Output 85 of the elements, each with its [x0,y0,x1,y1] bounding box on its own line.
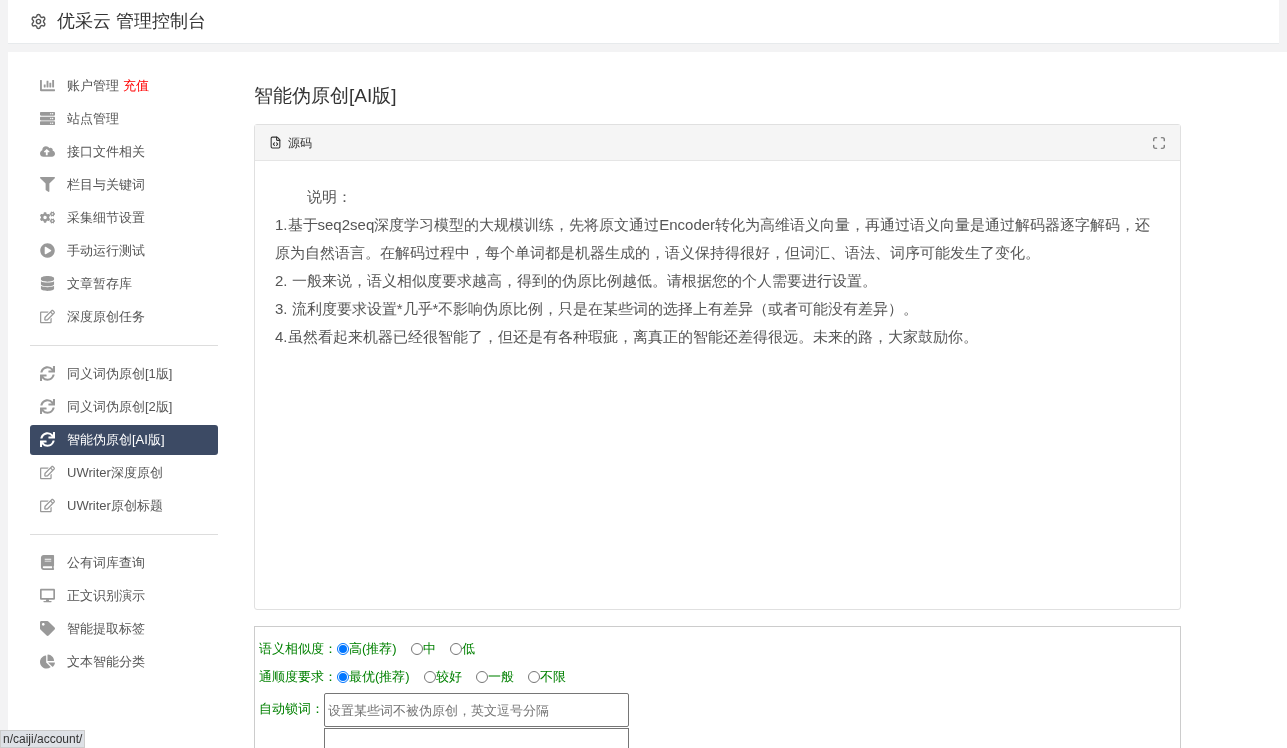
sidebar-item[interactable]: 深度原创任务 [30,301,218,332]
sidebar-label: 栏目与关键词 [67,175,145,194]
lock-words-field[interactable]: 设置某些词不被伪原创，英文逗号分隔 [324,693,629,727]
sidebar-item[interactable]: 文章暂存库 [30,268,218,299]
code-file-icon [269,136,282,149]
radio-option[interactable]: 高(推荐) [337,639,397,659]
fullscreen-icon[interactable] [1152,135,1166,150]
radio-option[interactable]: 不限 [527,667,566,687]
description-text: 说明： [306,187,353,207]
sidebar-item[interactable]: 智能伪原创[AI版] [30,424,218,455]
source-tab[interactable]: 源码 [269,133,312,152]
recharge-link[interactable]: 充值 [123,75,149,96]
sidebar-item[interactable]: 采集细节设置 [30,202,218,233]
sidebar-item[interactable]: 手动运行测试 [30,235,218,266]
sidebar-label: 文章暂存库 [67,274,132,293]
sidebar-item[interactable]: 栏目与关键词 [30,169,218,200]
radio-option[interactable]: 中 [410,639,436,659]
refresh-icon [40,432,55,447]
edit-icon [40,498,55,513]
monitor-icon [40,588,55,603]
filter-icon [40,177,55,192]
settings-icon[interactable] [30,12,47,30]
radio-button[interactable] [337,643,349,655]
sidebar-item[interactable]: 同义词伪原创[1版] [30,358,218,389]
radio-option[interactable]: 一般 [475,667,514,687]
sidebar-label: 智能伪原创[AI版] [67,430,165,449]
refresh-icon [40,366,55,381]
sidebar-item[interactable]: 接口文件相关 [30,136,218,167]
play-icon [40,243,55,258]
sidebar-item[interactable]: 文本智能分类 [30,646,218,677]
radio-label: 不限 [539,668,566,687]
radio-option[interactable]: 低 [449,639,475,659]
sidebar-label: UWriter原创标题 [67,496,163,515]
sidebar-label: 公有词库查询 [67,553,145,572]
refresh-icon [40,399,55,414]
radio-label: 较好 [435,668,462,687]
sidebar-label: 正文识别演示 [67,586,145,605]
sidebar-item[interactable]: 同义词伪原创[2版] [30,391,218,422]
radio-option[interactable]: 最优(推荐) [337,667,410,687]
field-label: 自动锁词： [259,700,324,718]
radio-group-label: 通顺度要求： [259,668,337,687]
sidebar-label: UWriter深度原创 [67,463,163,482]
sidebar-item[interactable]: 智能提取标签 [30,613,218,644]
sidebar-item[interactable]: 公有词库查询 [30,547,218,578]
pie-chart-icon [40,654,55,669]
cloud-upload-icon [40,144,55,159]
radio-label: 一般 [487,668,514,687]
radio-button[interactable] [337,671,349,683]
description-text: 2. 一般来说，语义相似度要求越高，得到的伪原比例越低。请根据您的个人需要进行设置。 [275,271,878,291]
server-icon [40,111,55,126]
sidebar-label: 手动运行测试 [67,241,145,260]
sidebar-item[interactable]: 账户管理 充值 [30,70,218,101]
status-url: n/caiji/account/ [0,730,86,748]
radio-label: 最优(推荐) [349,668,410,687]
sidebar-label: 接口文件相关 [67,142,145,161]
bar-chart-icon [40,78,55,93]
description-text: 1.基于seq2seq深度学习模型的大规模训练，先将原文通过Encoder转化为高维语义向量，再通过语义向量是通过解码器逐字解码，还原为自然语言。在解码过程中，每个单词都是机器生成的，语义保持得很好，但词汇、语法、词序可能发生了变化。 [275,215,1152,263]
sidebar-label: 深度原创任务 [67,307,145,326]
sidebar-label: 同义词伪原创[2版] [67,397,173,416]
radio-option[interactable]: 较好 [423,667,462,687]
radio-label: 中 [422,640,436,659]
edit-icon [40,309,55,324]
radio-label: 低 [461,640,475,659]
sidebar-item[interactable]: UWriter深度原创 [30,457,218,488]
radio-label: 高(推荐) [349,640,397,659]
sidebar-label: 智能提取标签 [67,619,145,638]
description-text: 3. 流利度要求设置*几乎*不影响伪原比例，只是在某些词的选择上有差异（或者可能没有差异）。 [275,299,920,319]
gears-icon [40,210,55,225]
input-field[interactable] [324,728,629,748]
page-title: 智能伪原创[AI版] [254,83,398,108]
sidebar-item[interactable]: 站点管理 [30,103,218,134]
database-icon [40,276,55,291]
console-title: 优采云 管理控制台 [57,9,206,33]
sidebar-item[interactable]: 正文识别演示 [30,580,218,611]
sidebar-label: 文本智能分类 [67,652,145,671]
sidebar-label: 采集细节设置 [67,208,145,227]
sidebar-label: 站点管理 [67,109,119,128]
sidebar-label: 账户管理 [67,76,119,95]
sidebar-item[interactable]: UWriter原创标题 [30,490,218,521]
sidebar-label: 同义词伪原创[1版] [67,364,173,383]
description-text: 4.虽然看起来机器已经很智能了，但还是有各种瑕疵，离真正的智能还差得很远。未来的路，大家鼓励你。 [275,327,979,347]
tag-icon [40,621,55,636]
book-icon [40,555,55,570]
radio-group-label: 语义相似度： [259,640,337,659]
edit-icon [40,465,55,480]
